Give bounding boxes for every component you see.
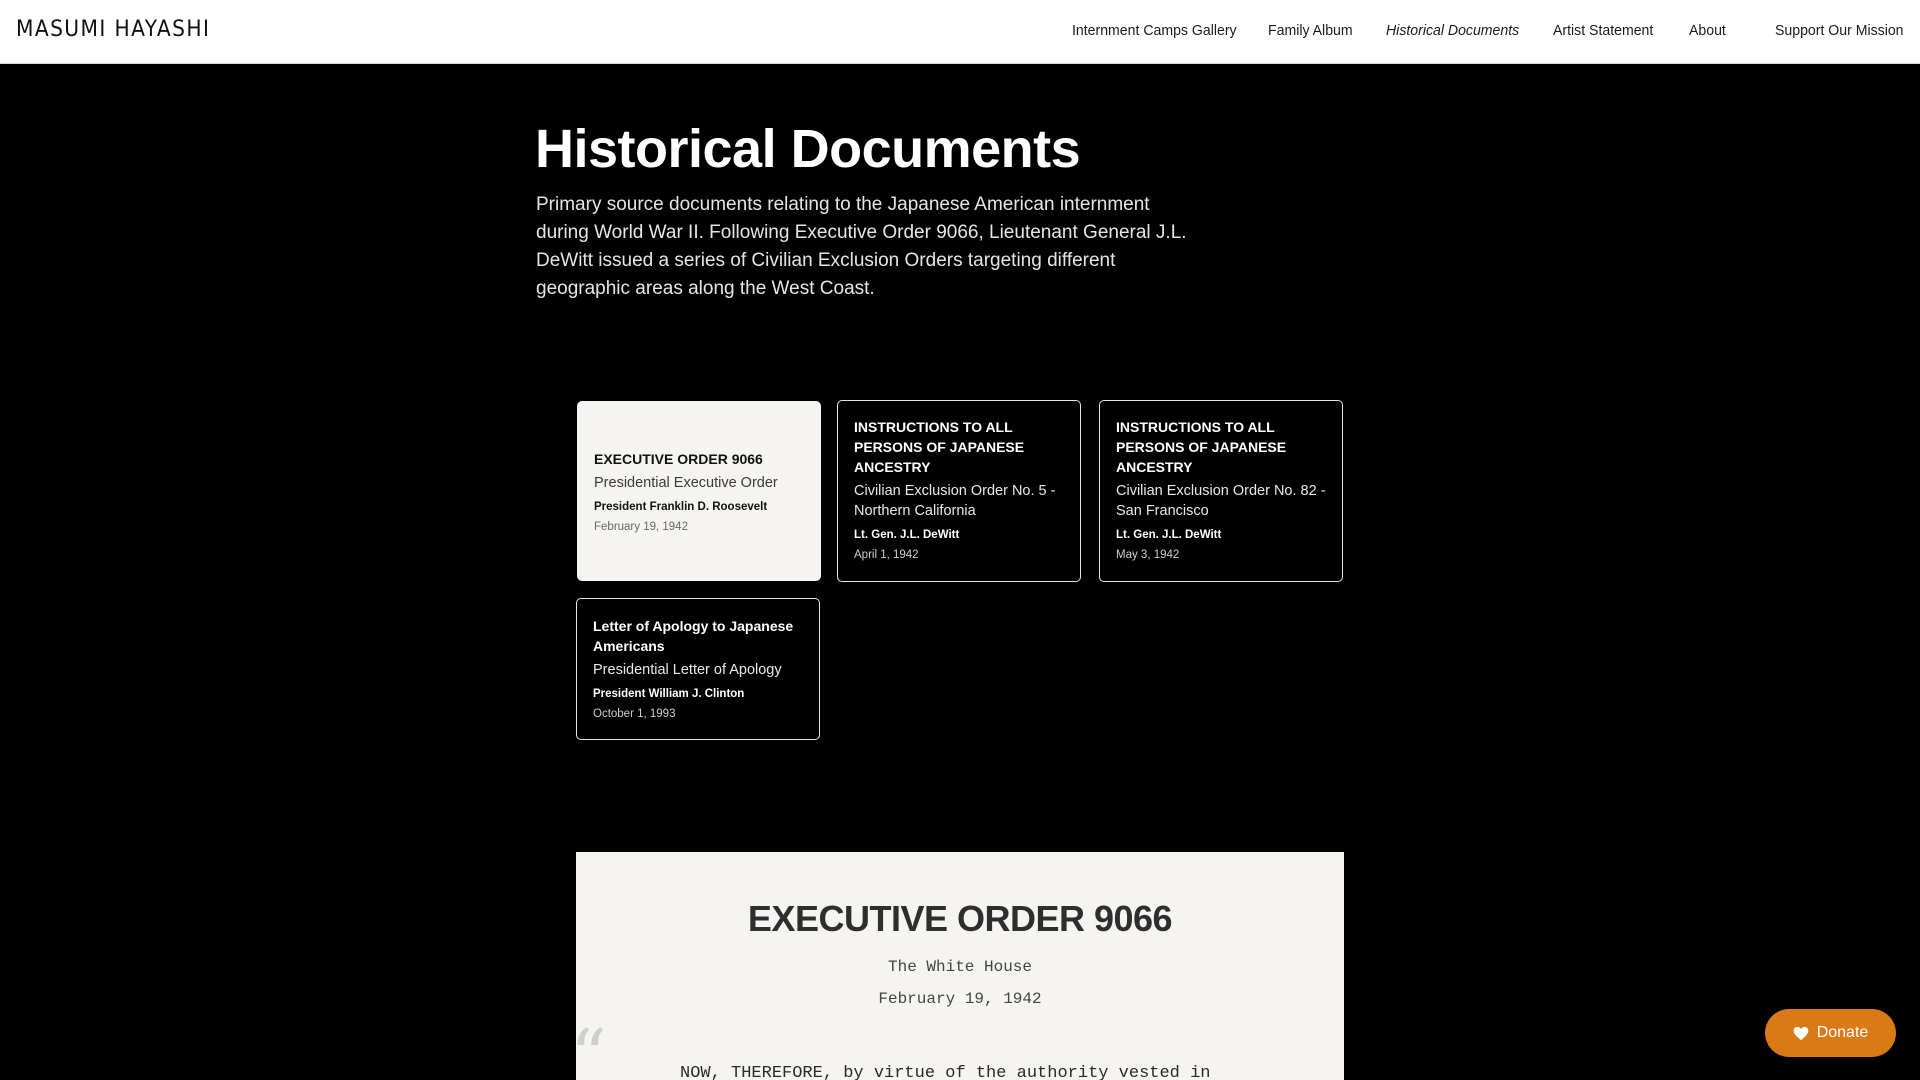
document-card-exclusion-order-82[interactable]: INSTRUCTIONS TO ALL PERSONS OF JAPANESE … [1099,400,1343,582]
site-header: MASUMI HAYASHI Internment Camps Gallery … [0,0,1920,64]
document-title: EXECUTIVE ORDER 9066 [747,898,1173,939]
card-title: Letter of Apology to Japanese Americans [593,618,794,654]
card-subtitle: Civilian Exclusion Order No. 5 - Norther… [854,483,1056,519]
nav-internment-camps-gallery[interactable]: Internment Camps Gallery [1072,22,1237,42]
card-author: President William J. Clinton [593,688,745,700]
donate-button[interactable]: Donate [1765,1009,1896,1057]
nav-historical-documents[interactable]: Historical Documents [1386,22,1519,42]
card-author: Lt. Gen. J.L. DeWitt [1116,529,1222,541]
document-body: NOW, THEREFORE, by virtue of the authori… [680,1064,1211,1080]
page-intro: Primary source documents relating to the… [536,194,1187,299]
card-author: President Franklin D. Roosevelt [594,501,768,513]
heart-icon [1793,1026,1809,1040]
document-card-exclusion-order-5[interactable]: INSTRUCTIONS TO ALL PERSONS OF JAPANESE … [837,400,1081,582]
card-author: Lt. Gen. J.L. DeWitt [854,529,960,541]
card-title: EXECUTIVE ORDER 9066 [594,451,763,467]
document-card-executive-order-9066[interactable]: EXECUTIVE ORDER 9066 Presidential Execut… [577,401,821,581]
document-card-letter-of-apology[interactable]: Letter of Apology to Japanese Americans … [576,598,820,740]
card-title: INSTRUCTIONS TO ALL PERSONS OF JAPANESE … [1116,419,1287,475]
page-title: Historical Documents [535,119,1081,179]
nav-about[interactable]: About [1689,22,1726,42]
document-viewer: EXECUTIVE ORDER 9066 The White House Feb… [570,852,1344,1080]
card-subtitle: Presidential Letter of Apology [593,662,782,678]
site-brand[interactable]: MASUMI HAYASHI [16,17,210,42]
donate-label: Donate [1816,1024,1869,1041]
card-subtitle: Civilian Exclusion Order No. 82 - San Fr… [1116,483,1326,519]
card-date: October 1, 1993 [593,708,676,720]
nav-support-our-mission[interactable]: Support Our Mission [1775,22,1904,42]
nav-family-album[interactable]: Family Album [1268,22,1353,42]
document-place: The White House [887,958,1033,976]
card-date: February 19, 1942 [594,521,688,533]
nav-artist-statement[interactable]: Artist Statement [1553,22,1653,42]
card-date: May 3, 1942 [1116,549,1180,561]
card-subtitle: Presidential Executive Order [594,475,778,491]
quote-mark-icon: “ [570,1014,607,1080]
card-date: April 1, 1942 [854,549,919,561]
document-date: February 19, 1942 [878,990,1042,1008]
card-title: INSTRUCTIONS TO ALL PERSONS OF JAPANESE … [854,419,1025,475]
